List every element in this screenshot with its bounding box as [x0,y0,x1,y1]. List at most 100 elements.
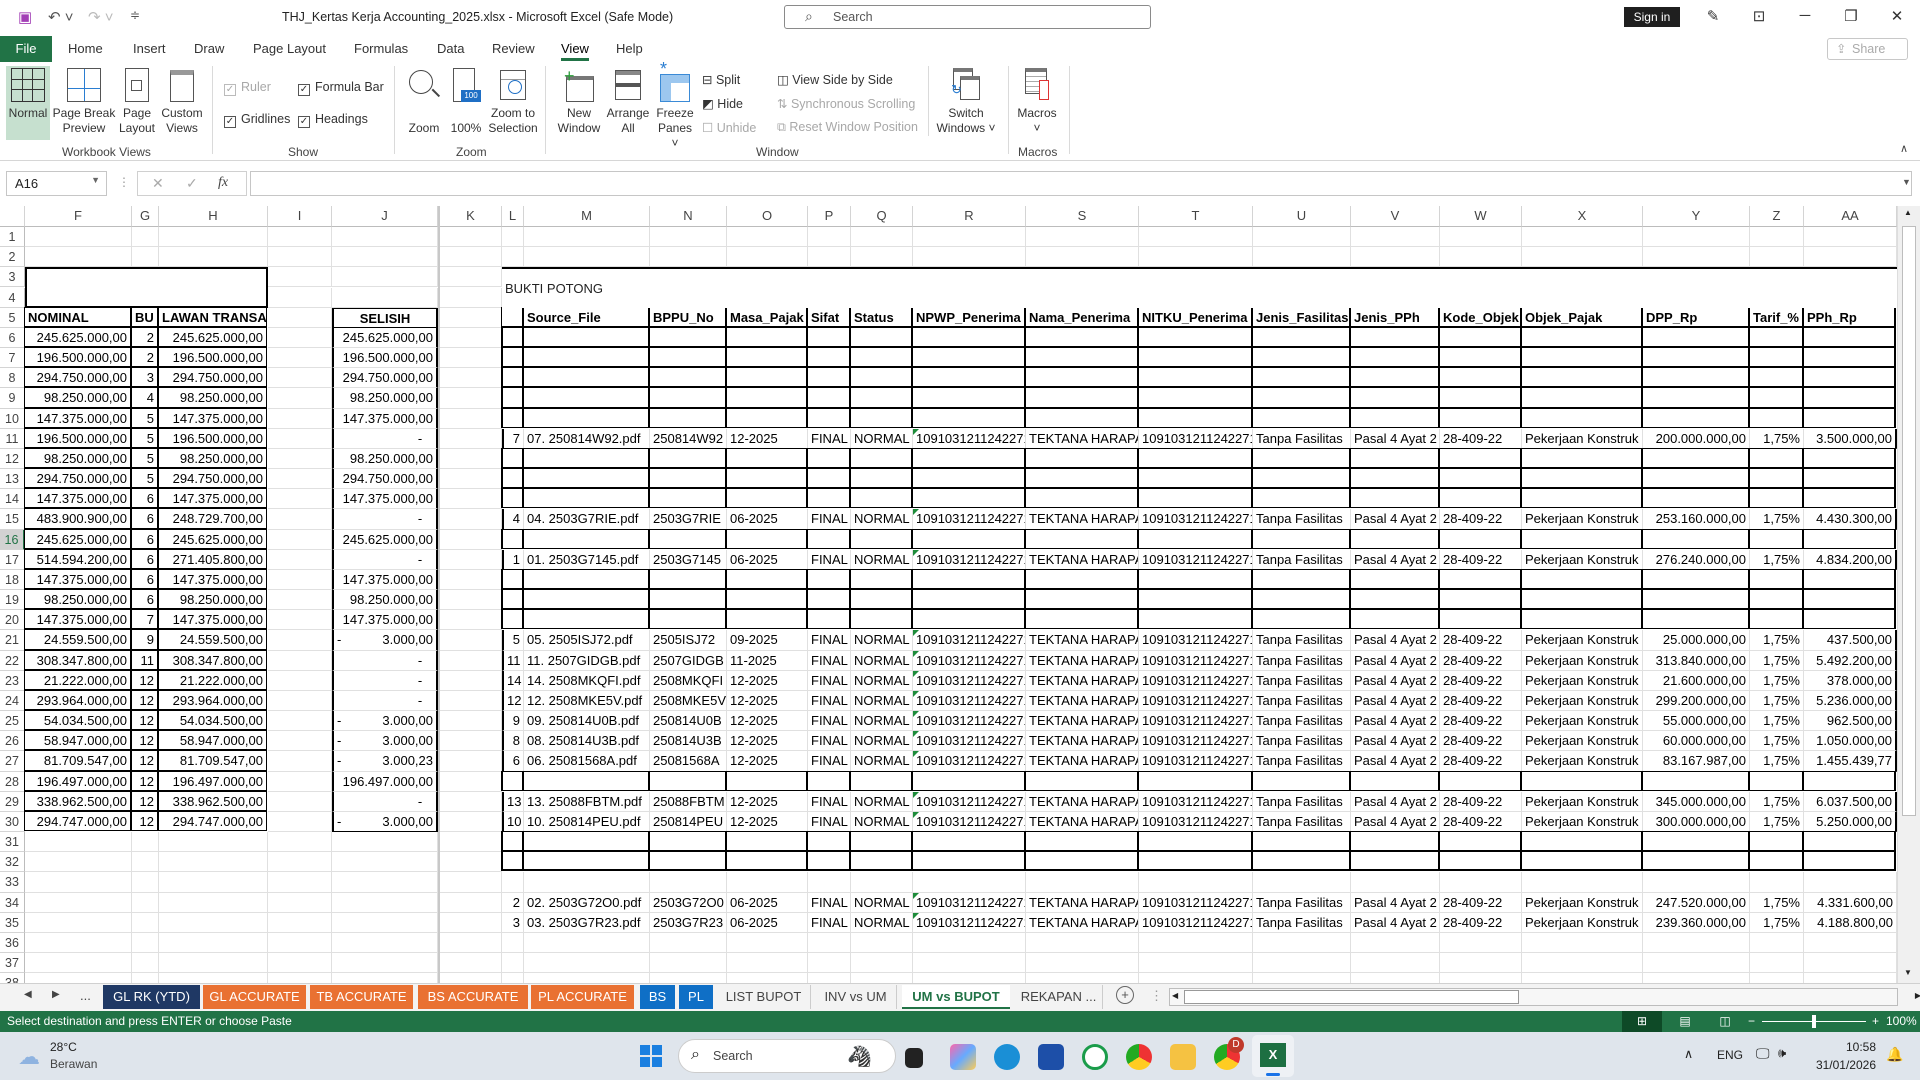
cell-s15[interactable]: TEKTANA HARAPA [1026,509,1139,529]
cell-n26[interactable]: 250814U3B [650,731,727,751]
cell-m29[interactable]: 13. 25088FBTM.pdf [524,792,650,812]
cell-m24[interactable]: 12. 2508MKE5V.pdf [524,691,650,711]
cell-l33[interactable] [502,872,524,892]
cell-f34[interactable] [25,893,132,913]
cell-p6[interactable] [807,327,850,347]
cell-t26[interactable]: 1091031211242271 [1139,731,1253,751]
cell-p14[interactable] [807,488,850,508]
cell-g28[interactable]: 12 [131,771,158,791]
cell-i30[interactable] [268,812,332,832]
row-header-21[interactable]: 21 [0,630,25,650]
cell-s29[interactable]: TEKTANA HARAPA [1026,792,1139,812]
column-header-v[interactable]: V [1351,206,1440,227]
cell-r36[interactable] [913,933,1026,953]
cell-y31[interactable] [1642,831,1749,851]
cell-z30[interactable]: 1,75% [1750,812,1804,832]
cell-u14[interactable] [1252,488,1350,508]
cell-q23[interactable]: NORMAL [851,671,913,691]
cell-h20[interactable]: 147.375.000,00 [158,609,267,629]
cell-v7[interactable] [1350,347,1439,367]
cell-n35[interactable]: 2503G7R23 [650,913,727,933]
cell-n33[interactable] [650,872,727,892]
cell-t10[interactable] [1138,408,1252,428]
cell-z18[interactable] [1749,569,1803,589]
cell-o18[interactable] [726,569,807,589]
cell-g33[interactable] [132,872,159,892]
weather-temp[interactable]: 28°C [50,1040,77,1054]
cell-k35[interactable] [440,913,502,933]
cell-k37[interactable] [440,953,502,973]
cell-u15[interactable]: Tanpa Fasilitas [1253,509,1351,529]
cell-k21[interactable] [440,630,502,650]
cell-g30[interactable]: 12 [131,811,158,831]
cell-l37[interactable] [502,953,524,973]
cell-aa17[interactable]: 4.834.200,00 [1804,550,1897,570]
cell-x29[interactable]: Pekerjaan Konstruk [1522,792,1643,812]
cell-t27[interactable]: 1091031211242271 [1139,751,1253,771]
cell-f6[interactable]: 245.625.000,00 [24,327,131,347]
cell-z7[interactable] [1749,347,1803,367]
cell-o31[interactable] [726,831,807,851]
cell-l31[interactable] [501,831,523,851]
cell-n31[interactable] [649,831,726,851]
cell-s2[interactable] [1026,247,1139,267]
cell-v36[interactable] [1351,933,1440,953]
cell-q14[interactable] [850,488,912,508]
row-header-19[interactable]: 19 [0,590,25,610]
cell-p12[interactable] [807,448,850,468]
cell-f21[interactable]: 24.559.500,00 [24,629,131,649]
cell-s30[interactable]: TEKTANA HARAPA [1026,812,1139,832]
cell-j10[interactable]: 147.375.000,00 [332,409,438,429]
zoom-slider-thumb[interactable] [1812,1015,1816,1028]
cell-z38[interactable] [1750,973,1804,983]
split-button[interactable]: ⊟ Split [702,72,740,87]
cell-h5[interactable]: LAWAN TRANSAKSI [158,307,267,327]
cell-k1[interactable] [440,227,502,247]
row-header-6[interactable]: 6 [0,328,25,348]
cell-h35[interactable] [159,913,268,933]
row-header-8[interactable]: 8 [0,368,25,388]
cell-f23[interactable]: 21.222.000,00 [24,670,131,690]
cell-l16[interactable] [501,529,523,549]
cell-o29[interactable]: 12-2025 [727,792,808,812]
cell-o16[interactable] [726,529,807,549]
cell-w10[interactable] [1439,408,1521,428]
column-header-t[interactable]: T [1139,206,1253,227]
cell-u17[interactable]: Tanpa Fasilitas [1253,550,1351,570]
column-header-q[interactable]: Q [851,206,913,227]
cell-f26[interactable]: 58.947.000,00 [24,730,131,750]
cell-w7[interactable] [1439,347,1521,367]
cell-n29[interactable]: 25088FBTM [650,792,727,812]
cell-p36[interactable] [808,933,851,953]
cell-k9[interactable] [440,388,502,408]
cell-u18[interactable] [1252,569,1350,589]
cell-o24[interactable]: 12-2025 [727,691,808,711]
cell-l24[interactable]: 12 [502,691,524,711]
cell-m1[interactable] [524,227,650,247]
cell-s19[interactable] [1025,589,1138,609]
cell-aa11[interactable]: 3.500.000,00 [1804,429,1897,449]
cell-j5[interactable]: SELISIH [332,308,438,328]
sheet-tab-bs-accurate[interactable]: BS ACCURATE [418,985,528,1009]
cell-m26[interactable]: 08. 250814U3B.pdf [524,731,650,751]
taskbar-search[interactable]: ⌕ Search 🦓 [678,1039,896,1073]
cell-h13[interactable]: 294.750.000,00 [158,468,267,488]
cell-z31[interactable] [1749,831,1803,851]
cell-k19[interactable] [440,590,502,610]
cell-q28[interactable] [850,771,912,791]
cell-k8[interactable] [440,368,502,388]
cell-r35[interactable]: 1091031211242271 [913,913,1026,933]
cell-q27[interactable]: NORMAL [851,751,913,771]
cell-aa23[interactable]: 378.000,00 [1804,671,1897,691]
cell-j3[interactable] [332,267,438,287]
cell-y1[interactable] [1643,227,1750,247]
cell-j36[interactable] [332,933,438,953]
row-header-4[interactable]: 4 [0,288,25,308]
collapse-ribbon-icon[interactable]: ∧ [1900,142,1908,155]
cell-s6[interactable] [1025,327,1138,347]
cell-v21[interactable]: Pasal 4 Ayat 2 [1351,630,1440,650]
normal-view-status-icon[interactable]: ⊞ [1622,1011,1662,1032]
cell-v27[interactable]: Pasal 4 Ayat 2 [1351,751,1440,771]
cell-k33[interactable] [440,872,502,892]
cell-m2[interactable] [524,247,650,267]
